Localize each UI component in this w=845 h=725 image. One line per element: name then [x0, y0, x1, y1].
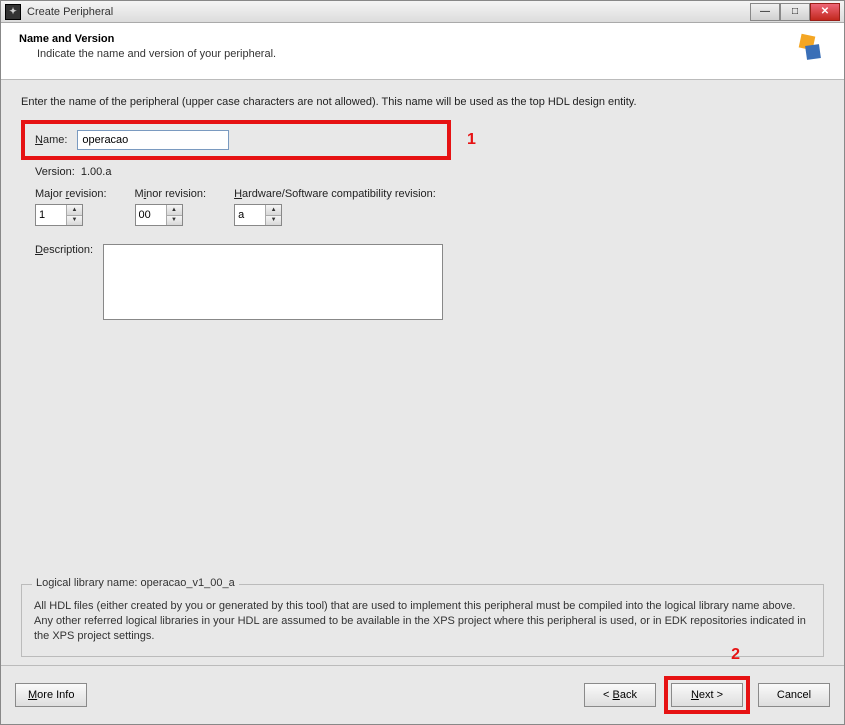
compat-revision-label: Hardware/Software compatibility revision… [234, 188, 436, 200]
library-groupbox: Logical library name: operacao_v1_00_a A… [21, 584, 824, 657]
annotation-1: 1 [467, 131, 476, 149]
major-revision-spinner[interactable]: ▲▼ [35, 204, 83, 226]
close-button[interactable]: ✕ [810, 3, 840, 21]
titlebar[interactable]: ✦ Create Peripheral — □ ✕ [1, 1, 844, 23]
back-button[interactable]: < Back [584, 683, 656, 707]
content-area: Enter the name of the peripheral (upper … [1, 80, 844, 665]
next-highlight-box: Next > [664, 676, 750, 714]
spinner-up-icon[interactable]: ▲ [266, 205, 281, 216]
dialog-window: ✦ Create Peripheral — □ ✕ Name and Versi… [0, 0, 845, 725]
library-body-text: All HDL files (either created by you or … [34, 599, 811, 644]
description-label: Description: [35, 244, 93, 256]
more-info-button[interactable]: More Info [15, 683, 87, 707]
major-revision-label: Major revision: [35, 188, 107, 200]
spinner-up-icon[interactable]: ▲ [67, 205, 82, 216]
app-icon: ✦ [5, 4, 21, 20]
instruction-text: Enter the name of the peripheral (upper … [21, 96, 824, 108]
minor-revision-spinner[interactable]: ▲▼ [135, 204, 183, 226]
name-highlight-box: Name: [21, 120, 451, 160]
next-button[interactable]: Next > [671, 683, 743, 707]
description-textarea[interactable] [103, 244, 443, 320]
compat-revision-spinner[interactable]: ▲▼ [234, 204, 282, 226]
wizard-header: Name and Version Indicate the name and v… [1, 23, 844, 80]
cancel-button[interactable]: Cancel [758, 683, 830, 707]
wizard-icon [794, 33, 826, 65]
annotation-2: 2 [731, 646, 740, 664]
name-input[interactable] [77, 130, 229, 150]
page-title: Name and Version [19, 33, 784, 45]
window-controls: — □ ✕ [750, 3, 840, 21]
compat-revision-input[interactable] [235, 205, 265, 225]
wizard-footer: 2 More Info < Back Next > Cancel [1, 665, 844, 724]
spinner-down-icon[interactable]: ▼ [167, 216, 182, 226]
minor-revision-label: Minor revision: [135, 188, 207, 200]
spinner-up-icon[interactable]: ▲ [167, 205, 182, 216]
version-display: Version: 1.00.a [35, 166, 824, 178]
maximize-button[interactable]: □ [780, 3, 810, 21]
page-subtitle: Indicate the name and version of your pe… [37, 48, 784, 60]
window-title: Create Peripheral [27, 6, 750, 18]
spinner-down-icon[interactable]: ▼ [67, 216, 82, 226]
spinner-down-icon[interactable]: ▼ [266, 216, 281, 226]
minimize-button[interactable]: — [750, 3, 780, 21]
name-label: Name: [35, 134, 67, 146]
library-legend: Logical library name: operacao_v1_00_a [32, 577, 239, 589]
minor-revision-input[interactable] [136, 205, 166, 225]
major-revision-input[interactable] [36, 205, 66, 225]
